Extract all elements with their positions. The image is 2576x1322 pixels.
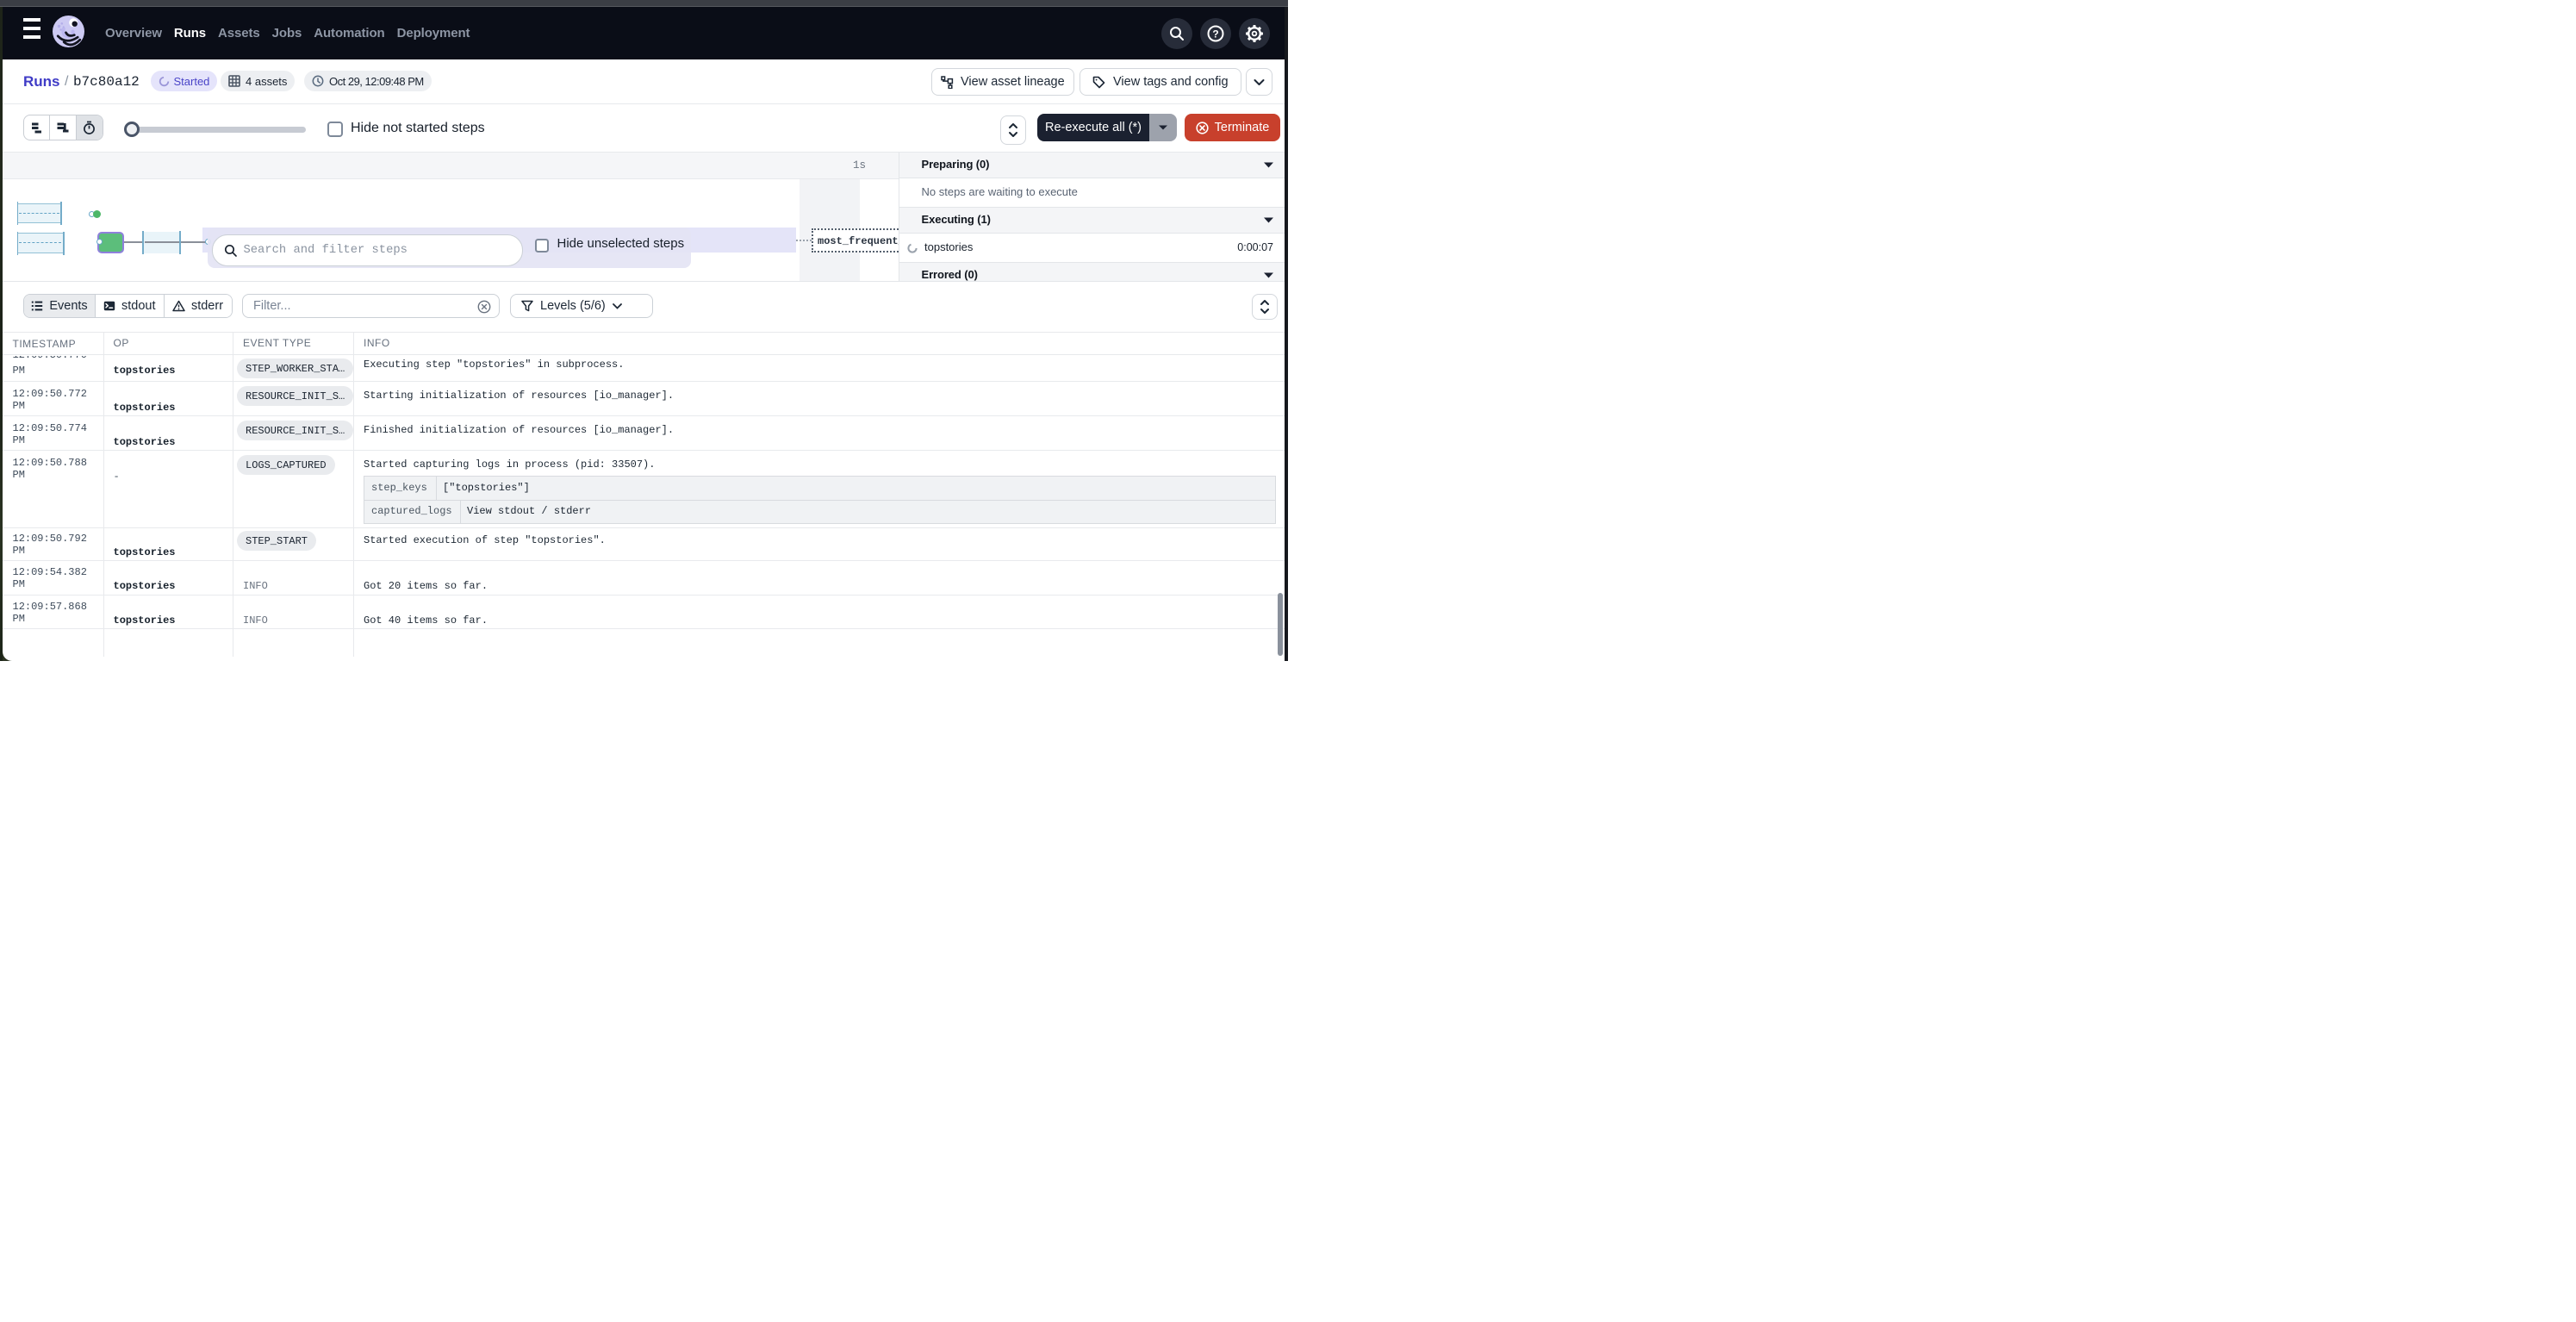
svg-text:?: ? [1212,28,1218,40]
